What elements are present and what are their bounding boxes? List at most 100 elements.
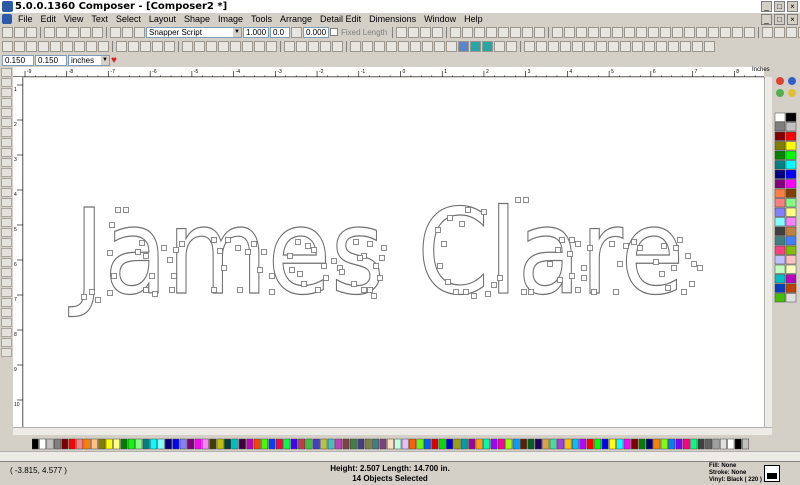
app-icon[interactable] [2, 1, 13, 12]
node-handle[interactable] [665, 285, 671, 291]
node-handle[interactable] [557, 277, 563, 283]
palette-swatch[interactable] [774, 160, 786, 170]
palette-swatch[interactable] [246, 438, 254, 450]
node-handle[interactable] [269, 273, 275, 279]
nest-icon[interactable] [644, 40, 655, 52]
palette-swatch[interactable] [727, 438, 735, 450]
node-handle[interactable] [528, 289, 534, 295]
clipart-icon[interactable] [422, 40, 433, 52]
palette-swatch[interactable] [490, 438, 498, 450]
palette-swatch[interactable] [357, 438, 365, 450]
plot-icon[interactable] [732, 26, 744, 38]
weld-icon[interactable] [552, 26, 564, 38]
node-handle[interactable] [367, 287, 373, 293]
preview-icon[interactable] [74, 40, 85, 52]
heart-icon[interactable]: ♥ [111, 55, 117, 66]
swatch-library-icon[interactable] [776, 89, 784, 97]
menu-text[interactable]: Text [87, 14, 112, 24]
node-handle[interactable] [559, 237, 565, 243]
doc-close-button[interactable]: × [787, 14, 798, 25]
palette-swatch[interactable] [774, 283, 786, 293]
node-handle[interactable] [659, 271, 665, 277]
palette-swatch[interactable] [283, 438, 291, 450]
palette-swatch[interactable] [394, 438, 402, 450]
palette-swatch[interactable] [216, 438, 224, 450]
node-handle[interactable] [331, 258, 337, 264]
palette-swatch[interactable] [113, 438, 121, 450]
text-tool-icon[interactable] [1, 68, 12, 77]
palette-swatch[interactable] [342, 438, 350, 450]
step-repeat-icon[interactable] [620, 40, 631, 52]
node-handle[interactable] [173, 247, 179, 253]
text-tool-icon[interactable] [110, 26, 121, 38]
rotate-icon[interactable] [696, 26, 708, 38]
palette-swatch[interactable] [61, 438, 69, 450]
palette-swatch[interactable] [120, 438, 128, 450]
palette-swatch[interactable] [98, 438, 106, 450]
shape-tool-icon[interactable] [704, 40, 715, 52]
palette-swatch[interactable] [320, 438, 328, 450]
symbol-icon[interactable] [434, 40, 445, 52]
wireframe-icon[interactable] [86, 40, 97, 52]
palette-swatch[interactable] [483, 438, 491, 450]
node-handle[interactable] [381, 245, 387, 251]
palette-swatch[interactable] [327, 438, 335, 450]
palette-swatch[interactable] [785, 255, 797, 265]
node-handle[interactable] [111, 273, 117, 279]
knife-tool-icon[interactable] [128, 40, 139, 52]
palette-swatch[interactable] [275, 438, 283, 450]
cut-file-icon[interactable] [720, 26, 732, 38]
node-handle[interactable] [367, 241, 373, 247]
ellipse-tool-icon[interactable] [1, 98, 12, 107]
palette-swatch[interactable] [201, 438, 209, 450]
node-handle[interactable] [95, 297, 101, 303]
kerning-icon[interactable] [291, 26, 302, 38]
palette-swatch[interactable] [774, 226, 786, 236]
palette-swatch[interactable] [712, 438, 720, 450]
break-apart-icon[interactable] [576, 26, 588, 38]
palette-swatch[interactable] [594, 438, 602, 450]
menu-help[interactable]: Help [460, 14, 487, 24]
node-handle[interactable] [453, 289, 459, 295]
horizontal-scrollbar[interactable] [13, 427, 772, 435]
palette-swatch[interactable] [774, 274, 786, 284]
node-handle[interactable] [435, 227, 441, 233]
hand-tool-icon[interactable] [1, 258, 12, 267]
node-edit-icon[interactable] [588, 26, 600, 38]
zoom-in-tool-icon[interactable] [1, 278, 12, 287]
palette-swatch[interactable] [785, 179, 797, 189]
palette-swatch[interactable] [416, 438, 424, 450]
node-handle[interactable] [377, 275, 383, 281]
palette-swatch[interactable] [653, 438, 661, 450]
color-wheel-icon[interactable] [788, 77, 796, 85]
palette-swatch[interactable] [601, 438, 609, 450]
pan-icon[interactable] [1, 338, 12, 347]
emboss-icon[interactable] [506, 40, 517, 52]
palette-swatch[interactable] [364, 438, 372, 450]
palette-swatch[interactable] [172, 438, 180, 450]
rounded-rectangle-icon[interactable] [194, 40, 205, 52]
node-handle[interactable] [225, 237, 231, 243]
node-handle[interactable] [459, 221, 465, 227]
node-handle[interactable] [481, 209, 487, 215]
node-handle[interactable] [315, 287, 321, 293]
polygon-icon[interactable] [230, 40, 241, 52]
node-handle[interactable] [575, 287, 581, 293]
node-handle[interactable] [445, 279, 451, 285]
palette-swatch[interactable] [453, 438, 461, 450]
palette-swatch[interactable] [785, 264, 797, 274]
menu-file[interactable]: File [14, 14, 37, 24]
layers-tool-icon[interactable] [1, 178, 12, 187]
palette-swatch[interactable] [349, 438, 357, 450]
distribute-h-icon[interactable] [560, 40, 571, 52]
palette-swatch[interactable] [785, 141, 797, 151]
node-handle[interactable] [581, 265, 587, 271]
distribute-v-icon[interactable] [572, 40, 583, 52]
ellipse-icon[interactable] [206, 40, 217, 52]
palette-swatch[interactable] [534, 438, 542, 450]
node-handle[interactable] [631, 239, 637, 245]
node-handle[interactable] [149, 273, 155, 279]
envelope-icon[interactable] [474, 26, 486, 38]
node-handle[interactable] [437, 263, 443, 269]
node-handle[interactable] [357, 255, 363, 261]
